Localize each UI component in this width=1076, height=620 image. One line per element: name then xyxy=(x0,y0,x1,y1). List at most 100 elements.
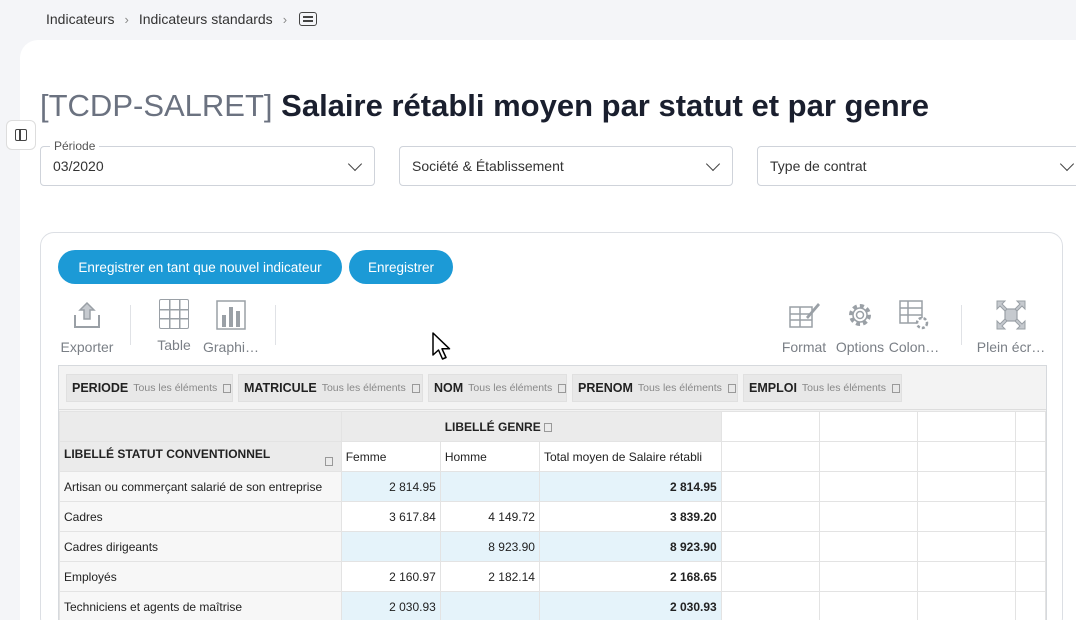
contract-placeholder: Type de contrat xyxy=(770,158,867,174)
empty-cell xyxy=(917,561,1017,592)
field-filter-state: Tous les éléments xyxy=(468,382,553,394)
filter-icon xyxy=(411,383,420,393)
save-as-new-indicator-button[interactable]: Enregistrer en tant que nouvel indicateu… xyxy=(58,250,342,284)
cell-femme[interactable]: 3 617.84 xyxy=(340,501,441,532)
field-name: MATRICULE xyxy=(244,381,317,395)
field-name: NOM xyxy=(434,381,464,395)
fullscreen-icon xyxy=(995,299,1027,331)
sidebar-icon xyxy=(15,129,27,141)
chevron-down-icon xyxy=(347,156,363,172)
column-header-homme[interactable]: Homme xyxy=(439,441,540,472)
field-emploi[interactable]: EMPLOI Tous les éléments xyxy=(743,374,902,402)
row-label[interactable]: Employés xyxy=(59,561,342,592)
table-tool[interactable]: Table xyxy=(153,299,195,353)
columns-tool[interactable]: Colon… xyxy=(887,299,941,355)
empty-cell xyxy=(720,441,820,472)
table-settings-icon xyxy=(898,299,930,331)
breadcrumb-item-indicateurs-standards[interactable]: Indicateurs standards xyxy=(139,11,273,27)
columns-label: Colon… xyxy=(888,339,940,355)
indicator-code: [TCDP-SALRET] xyxy=(40,88,273,123)
export-icon xyxy=(71,299,103,331)
cell-total[interactable]: 2 168.65 xyxy=(538,561,722,592)
chevron-down-icon xyxy=(705,156,721,172)
pivot-grid: LIBELLÉ GENRE LIBELLÉ STATUT CONVENTIONN… xyxy=(59,411,1046,620)
table-row: Cadres dirigeants 8 923.90 8 923.90 xyxy=(59,531,1046,562)
fullscreen-tool[interactable]: Plein écr… xyxy=(975,299,1047,355)
breadcrumb-item-indicateurs[interactable]: Indicateurs xyxy=(46,11,114,27)
column-header-femme[interactable]: Femme xyxy=(340,441,441,472)
cell-total[interactable]: 3 839.20 xyxy=(538,501,722,532)
filter-icon xyxy=(891,383,900,393)
cell-total[interactable]: 2 814.95 xyxy=(538,471,722,502)
empty-cell xyxy=(917,591,1017,620)
cell-homme[interactable] xyxy=(439,471,540,502)
empty-cell xyxy=(917,411,1017,442)
empty-cell xyxy=(1015,531,1046,562)
charts-tool[interactable]: Graphi… xyxy=(201,299,261,355)
field-filter-state: Tous les éléments xyxy=(801,382,886,394)
empty-cell xyxy=(1015,471,1046,502)
chevron-down-icon xyxy=(1059,156,1075,172)
format-tool[interactable]: Format xyxy=(779,299,829,355)
row-label[interactable]: Cadres dirigeants xyxy=(59,531,342,562)
cell-homme[interactable] xyxy=(439,591,540,620)
chevron-right-icon: › xyxy=(124,11,129,27)
details-icon[interactable] xyxy=(299,12,318,26)
cell-femme[interactable]: 2 814.95 xyxy=(340,471,441,502)
field-matricule[interactable]: MATRICULE Tous les éléments xyxy=(238,374,423,402)
breadcrumb: Indicateurs › Indicateurs standards › xyxy=(0,0,1076,38)
sidebar-toggle-button[interactable] xyxy=(6,120,36,150)
table-label: Table xyxy=(157,337,191,353)
field-prenom[interactable]: PRENOM Tous les éléments xyxy=(572,374,738,402)
filter-icon xyxy=(324,457,333,466)
toolbar-divider xyxy=(961,305,962,345)
export-tool[interactable]: Exporter xyxy=(59,299,115,355)
field-name: PRENOM xyxy=(578,381,633,395)
row-label[interactable]: Techniciens et agents de maîtrise xyxy=(59,591,342,620)
column-field-label: LIBELLÉ GENRE xyxy=(444,419,541,434)
empty-cell xyxy=(818,501,919,532)
cell-femme[interactable]: 2 030.93 xyxy=(340,591,441,620)
cell-total[interactable]: 8 923.90 xyxy=(538,531,722,562)
column-field-header[interactable]: LIBELLÉ GENRE xyxy=(340,411,722,442)
cell-femme[interactable]: 2 160.97 xyxy=(340,561,441,592)
empty-cell xyxy=(917,531,1017,562)
table-row: Artisan ou commerçant salarié de son ent… xyxy=(59,471,1046,502)
pivot-card: Enregistrer en tant que nouvel indicateu… xyxy=(40,232,1063,620)
table-icon xyxy=(159,299,189,329)
column-header-total[interactable]: Total moyen de Salaire rétabli xyxy=(538,441,722,472)
empty-cell xyxy=(720,411,820,442)
empty-cell xyxy=(1015,561,1046,592)
empty-cell xyxy=(1015,411,1046,442)
field-nom[interactable]: NOM Tous les éléments xyxy=(428,374,567,402)
row-label[interactable]: Cadres xyxy=(59,501,342,532)
cell-homme[interactable]: 8 923.90 xyxy=(439,531,540,562)
field-periode[interactable]: PERIODE Tous les éléments xyxy=(66,374,233,402)
contract-type-select[interactable]: Type de contrat xyxy=(757,146,1076,186)
save-button[interactable]: Enregistrer xyxy=(349,250,453,284)
chart-icon xyxy=(215,299,247,331)
row-field-header[interactable]: LIBELLÉ STATUT CONVENTIONNEL xyxy=(59,441,342,472)
empty-cell xyxy=(917,471,1017,502)
empty-cell xyxy=(720,531,820,562)
field-name: EMPLOI xyxy=(749,381,797,395)
cell-total[interactable]: 2 030.93 xyxy=(538,591,722,620)
empty-cell xyxy=(720,591,820,620)
chevron-right-icon: › xyxy=(282,11,288,27)
format-icon xyxy=(788,299,820,331)
row-label[interactable]: Artisan ou commerçant salarié de son ent… xyxy=(59,471,342,502)
fullscreen-label: Plein écr… xyxy=(976,339,1046,355)
page-title: [TCDP-SALRET] Salaire rétabli moyen par … xyxy=(40,88,929,124)
cell-femme[interactable] xyxy=(340,531,441,562)
empty-cell xyxy=(818,531,919,562)
export-label: Exporter xyxy=(60,339,114,355)
field-filter-state: Tous les éléments xyxy=(637,382,722,394)
period-value: 03/2020 xyxy=(53,158,104,174)
period-select[interactable]: Période 03/2020 xyxy=(40,139,375,186)
company-select[interactable]: Société & Établissement xyxy=(399,146,733,186)
cell-homme[interactable]: 2 182.14 xyxy=(439,561,540,592)
options-tool[interactable]: Options xyxy=(835,299,885,355)
empty-cell xyxy=(917,501,1017,532)
cell-homme[interactable]: 4 149.72 xyxy=(439,501,540,532)
empty-cell xyxy=(1015,501,1046,532)
